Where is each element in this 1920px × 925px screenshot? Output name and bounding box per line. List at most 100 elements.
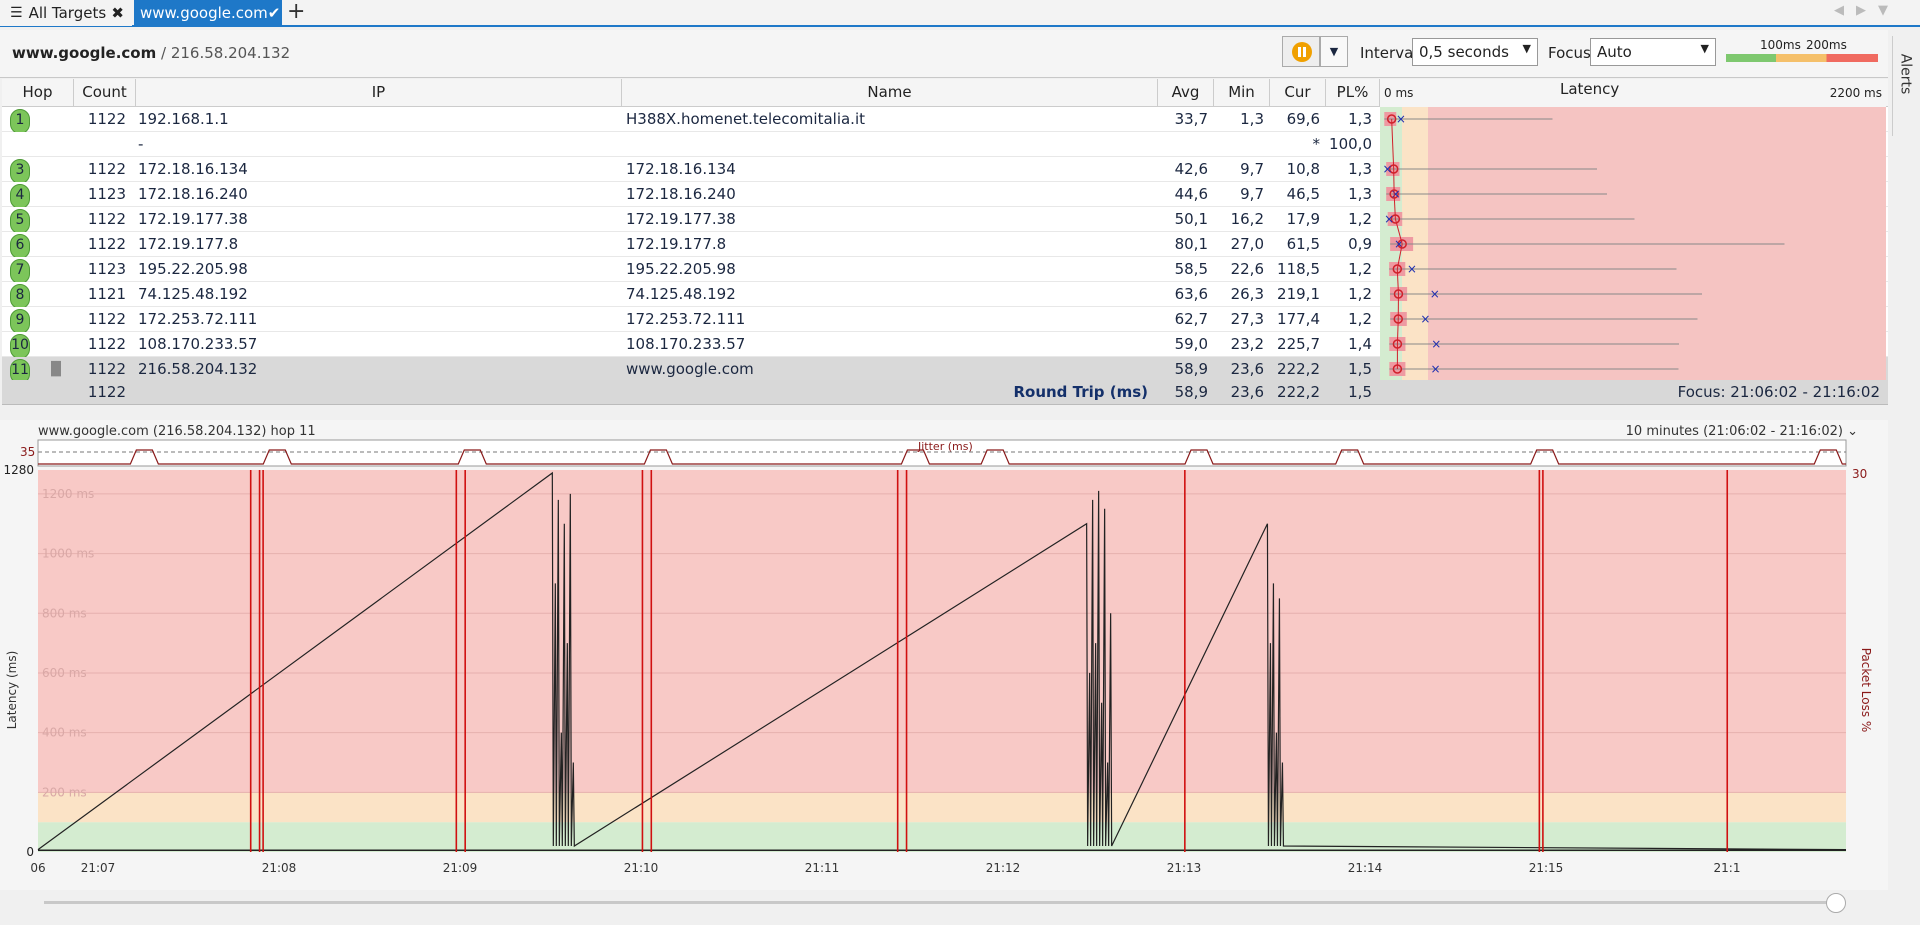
summary-count: 1122 <box>87 383 126 401</box>
chevron-down-icon: ▼ <box>1700 42 1709 55</box>
x-tick-label: 21:12 <box>986 861 1021 875</box>
add-tab-icon[interactable]: + <box>287 0 305 24</box>
cell-avg: 50,1 <box>1174 210 1208 228</box>
latency-cur-marker: × <box>1396 112 1406 126</box>
chevron-down-icon: ▼ <box>1522 42 1531 55</box>
chart-icon[interactable]: ▐▌ <box>46 357 66 382</box>
y-tick-label: 1200 ms <box>42 487 94 501</box>
latency-cur-marker: × <box>1431 337 1441 351</box>
cell-min: 27,3 <box>1230 310 1264 328</box>
cell-count <box>74 132 126 157</box>
cell-pl: 100,0 <box>1329 135 1372 153</box>
y2-axis-label: Packet Loss % <box>1859 648 1873 733</box>
y-tick-label: 400 ms <box>42 726 87 740</box>
target-header: www.google.com / 216.58.204.132 ▼ Interv… <box>0 30 1888 78</box>
hop-number: 4 <box>10 184 30 209</box>
interval-select[interactable]: 0,5 seconds ▼ <box>1412 38 1538 66</box>
cell-name: www.google.com <box>626 360 754 378</box>
latency-cur-marker: × <box>1391 187 1401 201</box>
tab-google[interactable]: www.google.com ✔ <box>134 0 282 26</box>
cell-count: 1121 <box>87 285 126 303</box>
pause-icon <box>1292 42 1312 62</box>
cell-min: 16,2 <box>1230 210 1264 228</box>
focus-select[interactable]: Auto ▼ <box>1590 38 1716 66</box>
col-count[interactable]: Count <box>74 79 136 107</box>
latency-cur-marker: × <box>1407 262 1417 276</box>
col-min[interactable]: Min <box>1214 79 1270 107</box>
y2-max-label: 30 <box>1852 467 1867 481</box>
cell-ip: 172.253.72.111 <box>138 310 258 328</box>
hop-number: 1 <box>10 109 30 134</box>
y-tick-label: 1280 <box>3 463 34 477</box>
cell-min: 1,3 <box>1240 110 1264 128</box>
timeline-chart-panel: www.google.com (216.58.204.132) hop 11 1… <box>0 420 1888 890</box>
close-icon[interactable]: ✖ <box>111 4 124 22</box>
cell-count: 1123 <box>87 185 126 203</box>
cell-name: 172.19.177.38 <box>626 210 736 228</box>
cell-name: 172.19.177.8 <box>626 235 727 253</box>
target-host: www.google.com / 216.58.204.132 <box>12 44 291 62</box>
latency-cur-marker: × <box>1420 312 1430 326</box>
col-avg[interactable]: Avg <box>1158 79 1214 107</box>
alerts-panel[interactable]: Alerts <box>1892 36 1918 136</box>
cell-ip: 74.125.48.192 <box>138 285 248 303</box>
col-pl[interactable]: PL% <box>1326 79 1380 107</box>
cell-avg: 63,6 <box>1174 285 1208 303</box>
col-hop[interactable]: Hop <box>2 79 74 107</box>
cell-name: 172.18.16.134 <box>626 160 736 178</box>
y-tick-label: 1000 ms <box>42 547 94 561</box>
cell-pl: 1,2 <box>1348 285 1372 303</box>
cell-avg: 58,5 <box>1174 260 1208 278</box>
summary-label: Round Trip (ms) <box>1013 383 1148 401</box>
tab-bar: ☰ All Targets ✖ www.google.com ✔ + ◀▶▼ <box>0 0 1920 27</box>
cell-name: 172.253.72.111 <box>626 310 746 328</box>
hop-number: 3 <box>10 159 30 184</box>
cell-ip: 192.168.1.1 <box>138 110 229 128</box>
cell-avg: 58,9 <box>1174 360 1208 378</box>
col-cur[interactable]: Cur <box>1270 79 1326 107</box>
cell-avg: 42,6 <box>1174 160 1208 178</box>
x-tick-label: 21:1 <box>1714 861 1741 875</box>
jitter-value-label: 35 <box>20 445 35 459</box>
check-icon[interactable]: ✔ <box>268 4 281 22</box>
cell-count: 1122 <box>87 360 126 378</box>
cell-min: 22,6 <box>1230 260 1264 278</box>
tab-label: All Targets <box>28 4 107 22</box>
cell-min: 9,7 <box>1240 185 1264 203</box>
cell-min: 26,3 <box>1230 285 1264 303</box>
cell-avg: 33,7 <box>1174 110 1208 128</box>
list-icon: ☰ <box>10 5 23 21</box>
cell-avg <box>1158 132 1208 157</box>
cell-pl: 1,2 <box>1348 210 1372 228</box>
summary-avg: 58,9 <box>1174 383 1208 401</box>
x-tick-label: 21:09 <box>443 861 478 875</box>
cell-min: 23,2 <box>1230 335 1264 353</box>
x-tick-label: 21:10 <box>624 861 659 875</box>
cell-count: 1122 <box>87 335 126 353</box>
cell-pl: 1,2 <box>1348 310 1372 328</box>
pause-button[interactable] <box>1282 36 1320 67</box>
hop-number: 5 <box>10 209 30 234</box>
hop-number: 8 <box>10 284 30 309</box>
cell-count: 1122 <box>87 110 126 128</box>
y-tick-label: 800 ms <box>42 606 87 620</box>
cell-ip: - <box>138 135 144 153</box>
col-name[interactable]: Name <box>622 79 1158 107</box>
col-ip[interactable]: IP <box>136 79 622 107</box>
time-scrollbar-thumb[interactable] <box>1826 893 1846 913</box>
cell-cur: 219,1 <box>1277 285 1320 303</box>
x-tick-label: 21:07 <box>81 861 116 875</box>
cell-cur: 225,7 <box>1277 335 1320 353</box>
tab-all-targets[interactable]: ☰ All Targets ✖ <box>0 0 132 26</box>
latency-min-label: 0 ms <box>1384 86 1414 100</box>
x-tick-label: 21:14 <box>1348 861 1383 875</box>
tab-nav-arrows[interactable]: ◀▶▼ <box>1834 3 1900 18</box>
summary-row: 1122 Round Trip (ms) 58,9 23,6 222,2 1,5… <box>2 380 1888 405</box>
cell-avg: 59,0 <box>1174 335 1208 353</box>
timeline-chart[interactable]: 35 Jitter (ms) 1280 1200 ms 1000 ms 800 ms 600… <box>0 420 1888 890</box>
jitter-label: Jitter (ms) <box>917 440 973 453</box>
time-scrollbar[interactable] <box>44 901 1844 904</box>
cell-cur: 17,9 <box>1286 210 1320 228</box>
pause-dropdown-button[interactable]: ▼ <box>1320 36 1348 67</box>
cell-min: 27,0 <box>1230 235 1264 253</box>
